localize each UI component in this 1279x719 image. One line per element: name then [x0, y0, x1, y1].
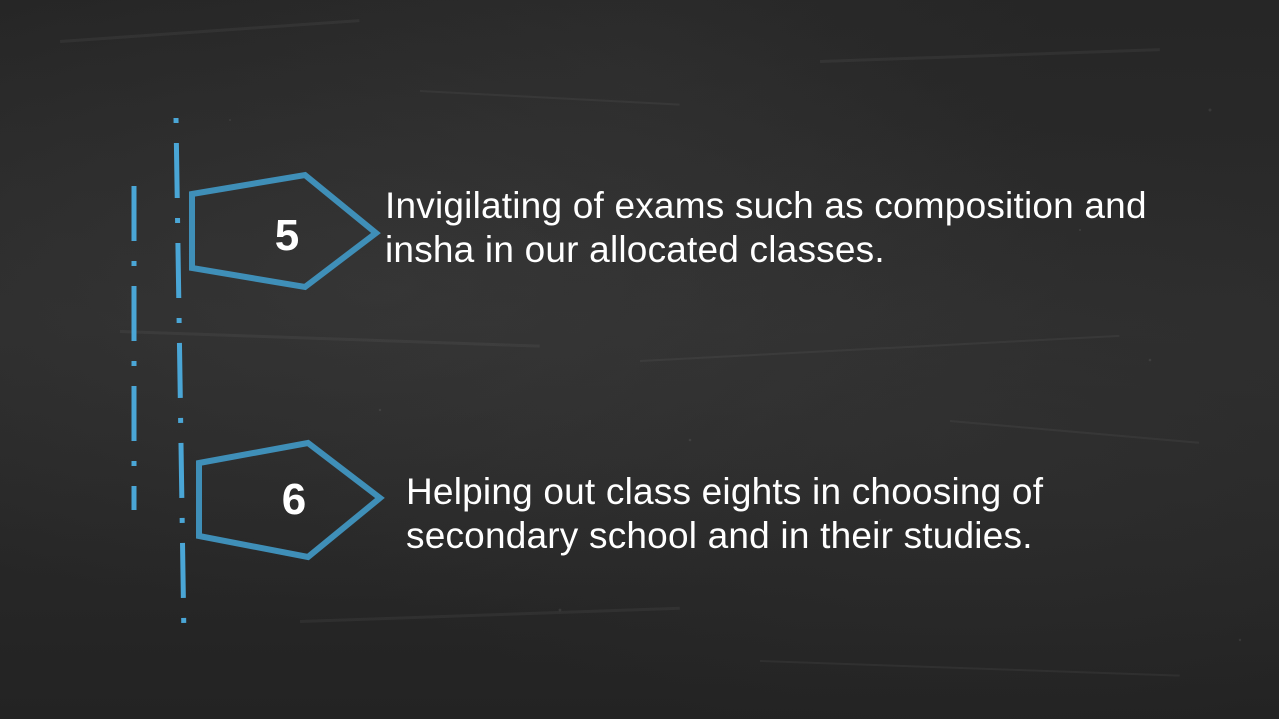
step-description-line: Invigilating of exams such as compositio… — [385, 185, 1147, 226]
timeline-decoration — [131, 117, 187, 641]
step-number: 6 — [281, 475, 307, 524]
step-description-line: Helping out class eights in choosing of — [406, 471, 1044, 512]
slide: 5 Invigilating of exams such as composit… — [0, 0, 1279, 719]
step-number: 5 — [274, 211, 300, 260]
step-description-line: insha in our allocated classes. — [385, 229, 885, 270]
step-description-line: secondary school and in their studies. — [406, 515, 1033, 556]
step-description: Invigilating of exams such as compositio… — [385, 184, 1147, 272]
step-description: Helping out class eights in choosing of … — [406, 470, 1043, 558]
